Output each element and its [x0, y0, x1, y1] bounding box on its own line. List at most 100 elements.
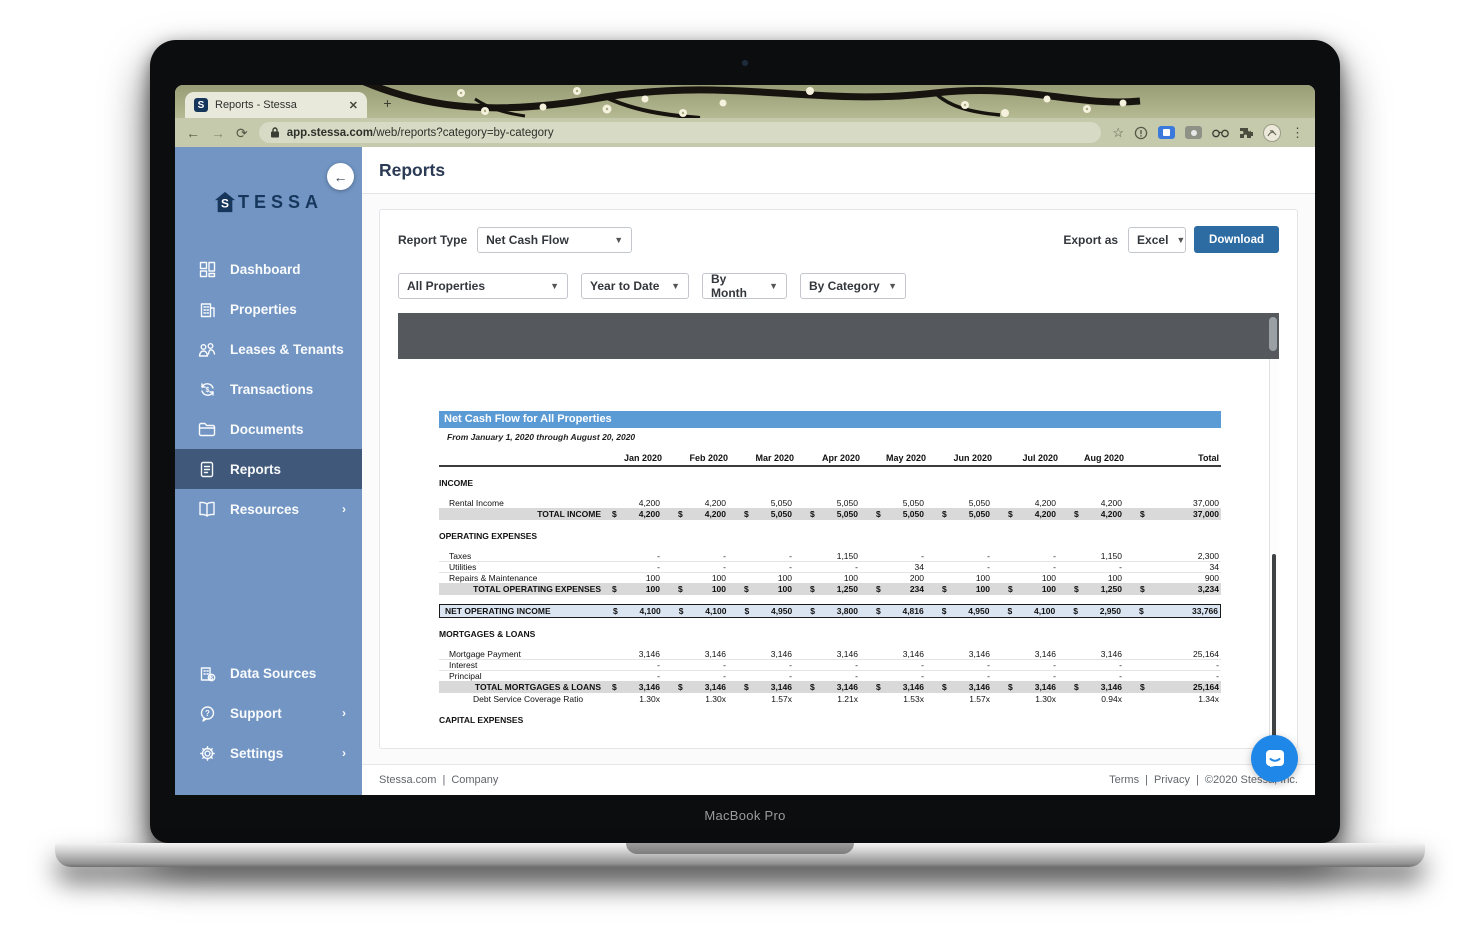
- cell-value: 100: [736, 573, 802, 583]
- reading-list-extension-icon[interactable]: [1158, 126, 1175, 139]
- glasses-extension-icon[interactable]: [1212, 128, 1229, 138]
- browser-tab[interactable]: S Reports - Stessa ✕: [185, 92, 367, 118]
- cell-value: -: [604, 562, 670, 572]
- footer-link[interactable]: Privacy: [1154, 774, 1190, 786]
- viewer-scroll-thumb[interactable]: [1272, 554, 1276, 749]
- export-format-select[interactable]: Excel▼: [1128, 227, 1186, 253]
- table-row-total-income: TOTAL INCOME$4,200$4,200$5,050$5,050$5,0…: [439, 508, 1221, 520]
- chat-launcher-button[interactable]: [1251, 735, 1298, 782]
- table-row-repairs-maintenance: Repairs & Maintenance1001001001002001001…: [439, 572, 1221, 583]
- back-icon[interactable]: ←: [186, 126, 200, 140]
- svg-text:?: ?: [205, 708, 210, 717]
- cell-value: 1.34x: [1132, 694, 1221, 704]
- sidebar-item-transactions[interactable]: $Transactions: [175, 369, 362, 409]
- row-label: Rental Income: [439, 498, 604, 508]
- cell-value: -: [1000, 671, 1066, 681]
- cell-value: 25,164: [1132, 649, 1221, 659]
- column-header: May 2020: [868, 453, 934, 463]
- device-label: MacBook Pro: [150, 808, 1340, 823]
- sidebar-item-resources[interactable]: Resources›: [175, 489, 362, 529]
- viewer-scroll-thumb-top[interactable]: [1269, 317, 1277, 351]
- cell-value: 3,146: [736, 649, 802, 659]
- filter-select-all-properties[interactable]: All Properties▼: [398, 273, 568, 299]
- cell-value: $100: [604, 584, 670, 594]
- report-title-bar: Net Cash Flow for All Properties: [439, 411, 1221, 428]
- forward-icon[interactable]: →: [211, 126, 225, 140]
- stessa-favicon-icon: S: [194, 98, 208, 112]
- footer-link[interactable]: Stessa.com: [379, 774, 436, 786]
- svg-text:S: S: [221, 197, 229, 211]
- filter-select-by-category[interactable]: By Category▼: [800, 273, 906, 299]
- column-header: Jan 2020: [604, 453, 670, 463]
- cell-value: -: [802, 671, 868, 681]
- viewer-scrollbar[interactable]: [1269, 359, 1279, 748]
- cell-value: $4,950: [934, 606, 1000, 616]
- screenshot-extension-icon[interactable]: [1185, 126, 1202, 139]
- support-icon: ?: [198, 704, 216, 722]
- sidebar-item-properties[interactable]: Properties: [175, 289, 362, 329]
- sidebar-item-support[interactable]: ?Support›: [175, 693, 362, 733]
- sidebar-item-settings[interactable]: Settings›: [175, 733, 362, 773]
- chevron-down-icon: ▼: [614, 235, 623, 245]
- sidebar-item-label: Support: [230, 706, 282, 721]
- filters-row: All Properties▼ Year to Date▼ By Month▼ By …: [398, 273, 1279, 299]
- sidebar-item-label: Leases & Tenants: [230, 342, 344, 357]
- cell-value: -: [934, 551, 1000, 561]
- reload-icon[interactable]: ⟳: [236, 126, 248, 140]
- cell-value: 3,146: [1066, 649, 1132, 659]
- cell-value: 5,050: [802, 498, 868, 508]
- column-header: Mar 2020: [736, 453, 802, 463]
- report-type-select[interactable]: Net Cash Flow▼: [477, 227, 632, 253]
- cell-value: -: [670, 551, 736, 561]
- tab-close-icon[interactable]: ✕: [349, 99, 358, 112]
- cell-value: 4,200: [670, 498, 736, 508]
- settings-icon: [198, 744, 216, 762]
- cell-value: $4,816: [868, 606, 934, 616]
- cell-value: -: [670, 671, 736, 681]
- cell-value: $5,050: [736, 509, 802, 519]
- cell-value: -: [670, 660, 736, 670]
- cell-value: -: [1066, 562, 1132, 572]
- download-button[interactable]: Download: [1194, 226, 1279, 253]
- info-extension-icon[interactable]: [1134, 126, 1148, 140]
- row-label: TOTAL INCOME: [439, 509, 604, 519]
- url-bar[interactable]: app.stessa.com/web/reports?category=by-c…: [259, 122, 1102, 143]
- profile-avatar[interactable]: [1263, 124, 1281, 142]
- cell-value: 4,200: [604, 498, 670, 508]
- cell-value: $4,200: [604, 509, 670, 519]
- cell-value: -: [802, 660, 868, 670]
- sidebar-item-data-sources[interactable]: $Data Sources: [175, 653, 362, 693]
- chat-bubble-icon: [1263, 747, 1287, 771]
- cell-value: $100: [736, 584, 802, 594]
- bookmark-star-icon[interactable]: ☆: [1112, 125, 1124, 141]
- filter-select-by-month[interactable]: By Month▼: [702, 273, 787, 299]
- cell-value: $2,950: [1065, 606, 1131, 616]
- sidebar-item-documents[interactable]: Documents: [175, 409, 362, 449]
- cell-value: 900: [1132, 573, 1221, 583]
- browser-menu-icon[interactable]: ⋮: [1291, 125, 1304, 141]
- cell-value: 1,150: [1066, 551, 1132, 561]
- cell-value: 2,300: [1132, 551, 1221, 561]
- collapse-sidebar-button[interactable]: ←: [327, 163, 354, 190]
- sidebar-item-label: Settings: [230, 746, 283, 761]
- cell-value: -: [1000, 562, 1066, 572]
- cell-value: 3,146: [1000, 649, 1066, 659]
- cell-value: 5,050: [934, 498, 1000, 508]
- footer-link[interactable]: Company: [451, 774, 498, 786]
- stessa-house-icon: S: [214, 191, 236, 213]
- cell-value: -: [670, 562, 736, 572]
- filter-select-year-to-date[interactable]: Year to Date▼: [581, 273, 689, 299]
- column-header: Jul 2020: [1000, 453, 1066, 463]
- extensions-puzzle-icon[interactable]: [1239, 126, 1253, 140]
- cell-value: -: [604, 660, 670, 670]
- sidebar-item-reports[interactable]: Reports: [175, 449, 362, 489]
- footer-link[interactable]: Terms: [1109, 774, 1139, 786]
- cell-value: -: [868, 660, 934, 670]
- cell-value: 34: [1132, 562, 1221, 572]
- sidebar-item-dashboard[interactable]: Dashboard: [175, 249, 362, 289]
- new-tab-button[interactable]: +: [379, 96, 396, 113]
- cell-value: -: [1132, 660, 1221, 670]
- sidebar-item-leases-tenants[interactable]: Leases & Tenants: [175, 329, 362, 369]
- cell-value: -: [736, 551, 802, 561]
- chevron-down-icon: ▼: [769, 281, 778, 291]
